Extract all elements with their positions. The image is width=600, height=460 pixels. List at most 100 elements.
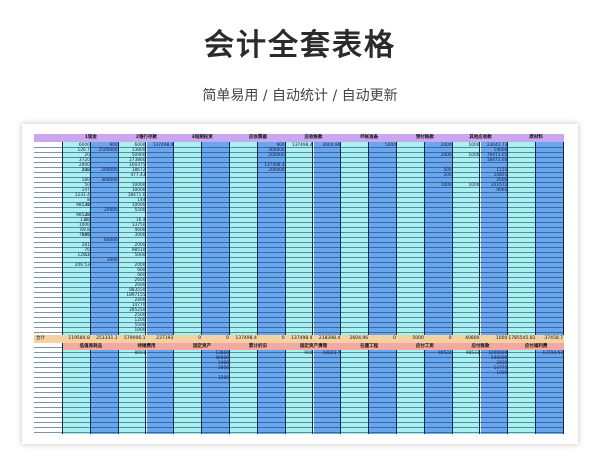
cell-value: 200000 — [268, 153, 285, 158]
cell-value: 477.43 — [130, 173, 146, 178]
grid-line — [34, 287, 564, 288]
total-label: 合计 — [36, 336, 45, 341]
grid-line — [34, 202, 564, 203]
header-row: 1现金 2银行存款 3短期投资 应收票据 应收账款 坏帐准备 预付账款 其他应收款 原材料 — [34, 134, 564, 142]
grid-line — [34, 422, 564, 423]
cell-value: 2000 — [440, 143, 452, 148]
cell-value: 200000 — [268, 168, 285, 173]
column-header-2: 固定资产 — [193, 344, 212, 349]
grid-line — [34, 427, 564, 428]
column-header-2: 固定资产清理 — [299, 344, 327, 349]
cell-value: 206.53 — [74, 263, 90, 268]
cell-value: 2000 — [440, 153, 452, 158]
grid-line — [34, 217, 564, 218]
cell-value: 98533 — [465, 351, 480, 356]
cell-value: 9065 — [496, 188, 508, 193]
cell-value: 18471.60 — [486, 158, 508, 163]
cell-value: 2500000 — [98, 148, 118, 153]
total-cell: 2604.96 — [349, 336, 369, 341]
grid-line — [34, 282, 564, 283]
sheet-column — [424, 134, 453, 434]
total-cell: 5000 — [412, 336, 424, 341]
cell-value: 30 — [84, 203, 90, 208]
grid-line — [34, 247, 564, 248]
sheet-column — [313, 134, 342, 434]
cell-value: 80 — [84, 218, 90, 223]
column-header-2: 低值易耗品 — [79, 344, 103, 349]
cell-value: 18823.7 — [322, 351, 341, 356]
column-header-2: 在建工程 — [360, 344, 379, 349]
grid-line — [34, 252, 564, 253]
grid-line — [34, 387, 564, 388]
grid-line — [34, 397, 564, 398]
cell-value: 1200 — [218, 376, 229, 381]
grid-line — [34, 232, 564, 233]
cell-value: 20 — [84, 153, 90, 158]
total-cell: 137498.4 — [235, 336, 257, 341]
grid-line — [34, 222, 564, 223]
grid-line — [34, 292, 564, 293]
cell-value: 147 — [81, 188, 90, 193]
column-header: 应收票据 — [248, 135, 267, 140]
cell-value: 13794.63 — [542, 351, 563, 356]
column-header: 预付账款 — [415, 135, 434, 140]
sheet-column — [202, 134, 230, 434]
sheet-column — [536, 134, 564, 434]
sheet-column — [285, 134, 314, 434]
cell-value: 2604.96 — [322, 143, 341, 148]
grid-line — [34, 382, 564, 383]
cell-value: 200 — [443, 173, 452, 178]
total-cell: 40800 — [465, 336, 480, 341]
sheet-column — [230, 134, 258, 434]
cell-value: 300000 — [101, 178, 118, 183]
grid-line — [34, 272, 564, 273]
cell-value: 3000 — [134, 233, 146, 238]
cell-value: 98531 — [437, 351, 452, 356]
page-subtitle: 简单易用 / 自动统计 / 自动更新 — [202, 88, 398, 104]
sheet-column — [257, 134, 286, 434]
column-header-2: 应付账款 — [471, 344, 490, 349]
column-header-2: 应付工资 — [415, 344, 434, 349]
total-cell: 0 — [448, 336, 452, 341]
grid-line — [34, 227, 564, 228]
cell-value: 1000 — [468, 183, 480, 188]
total-row: 合计 119584.8 251331.1 579006.1 237193 0 0 137498… — [34, 335, 564, 343]
grid-line — [34, 307, 564, 308]
grid-line — [34, 417, 564, 418]
column-header-2: 待摊费用 — [137, 344, 156, 349]
grid-line — [34, 432, 564, 433]
page-title: 会计全套表格 — [204, 28, 396, 63]
sheet-column — [397, 134, 425, 434]
cell-value: 132 — [81, 168, 90, 173]
grid-line — [34, 327, 564, 328]
grid-line — [34, 267, 564, 268]
total-cell: 0 — [393, 336, 396, 341]
grid-line — [34, 322, 564, 323]
column-header: 2银行存款 — [135, 135, 158, 140]
column-header-2: 应付福利费 — [524, 344, 548, 349]
cell-value: 1000 — [134, 328, 146, 333]
column-header-2: 累计折旧 — [248, 344, 267, 349]
sheet-column — [174, 134, 203, 434]
header-row-2: 低值易耗品 待摊费用 固定资产 累计折旧 固定资产清理 在建工程 应付工资 应付账款 应付福利费 — [63, 343, 564, 350]
cell-value: 5000 — [385, 143, 396, 148]
column-header: 3短期投资 — [191, 135, 213, 140]
grid-line — [34, 412, 564, 413]
cell-value: 137498.4 — [291, 143, 313, 148]
grid-line — [34, 297, 564, 298]
column-header: 原材料 — [529, 135, 543, 140]
cell-value: 1000 — [468, 153, 480, 158]
cell-value: 80000 — [103, 238, 118, 243]
total-cell: 579006.1 — [124, 336, 146, 341]
cell-value: 5500 — [134, 208, 146, 213]
total-cell: 119584.8 — [68, 336, 90, 341]
column-header: 1现金 — [84, 135, 97, 140]
total-cell: 251331.1 — [96, 336, 118, 341]
sheet-column — [146, 134, 175, 434]
cell-value: 2600 — [218, 366, 229, 371]
total-cell: 0 — [281, 336, 285, 341]
total-cell: 237193 — [156, 336, 174, 341]
grid-line — [34, 312, 564, 313]
total-cell: 0 — [198, 336, 202, 341]
cell-value: 8001 — [134, 351, 146, 356]
